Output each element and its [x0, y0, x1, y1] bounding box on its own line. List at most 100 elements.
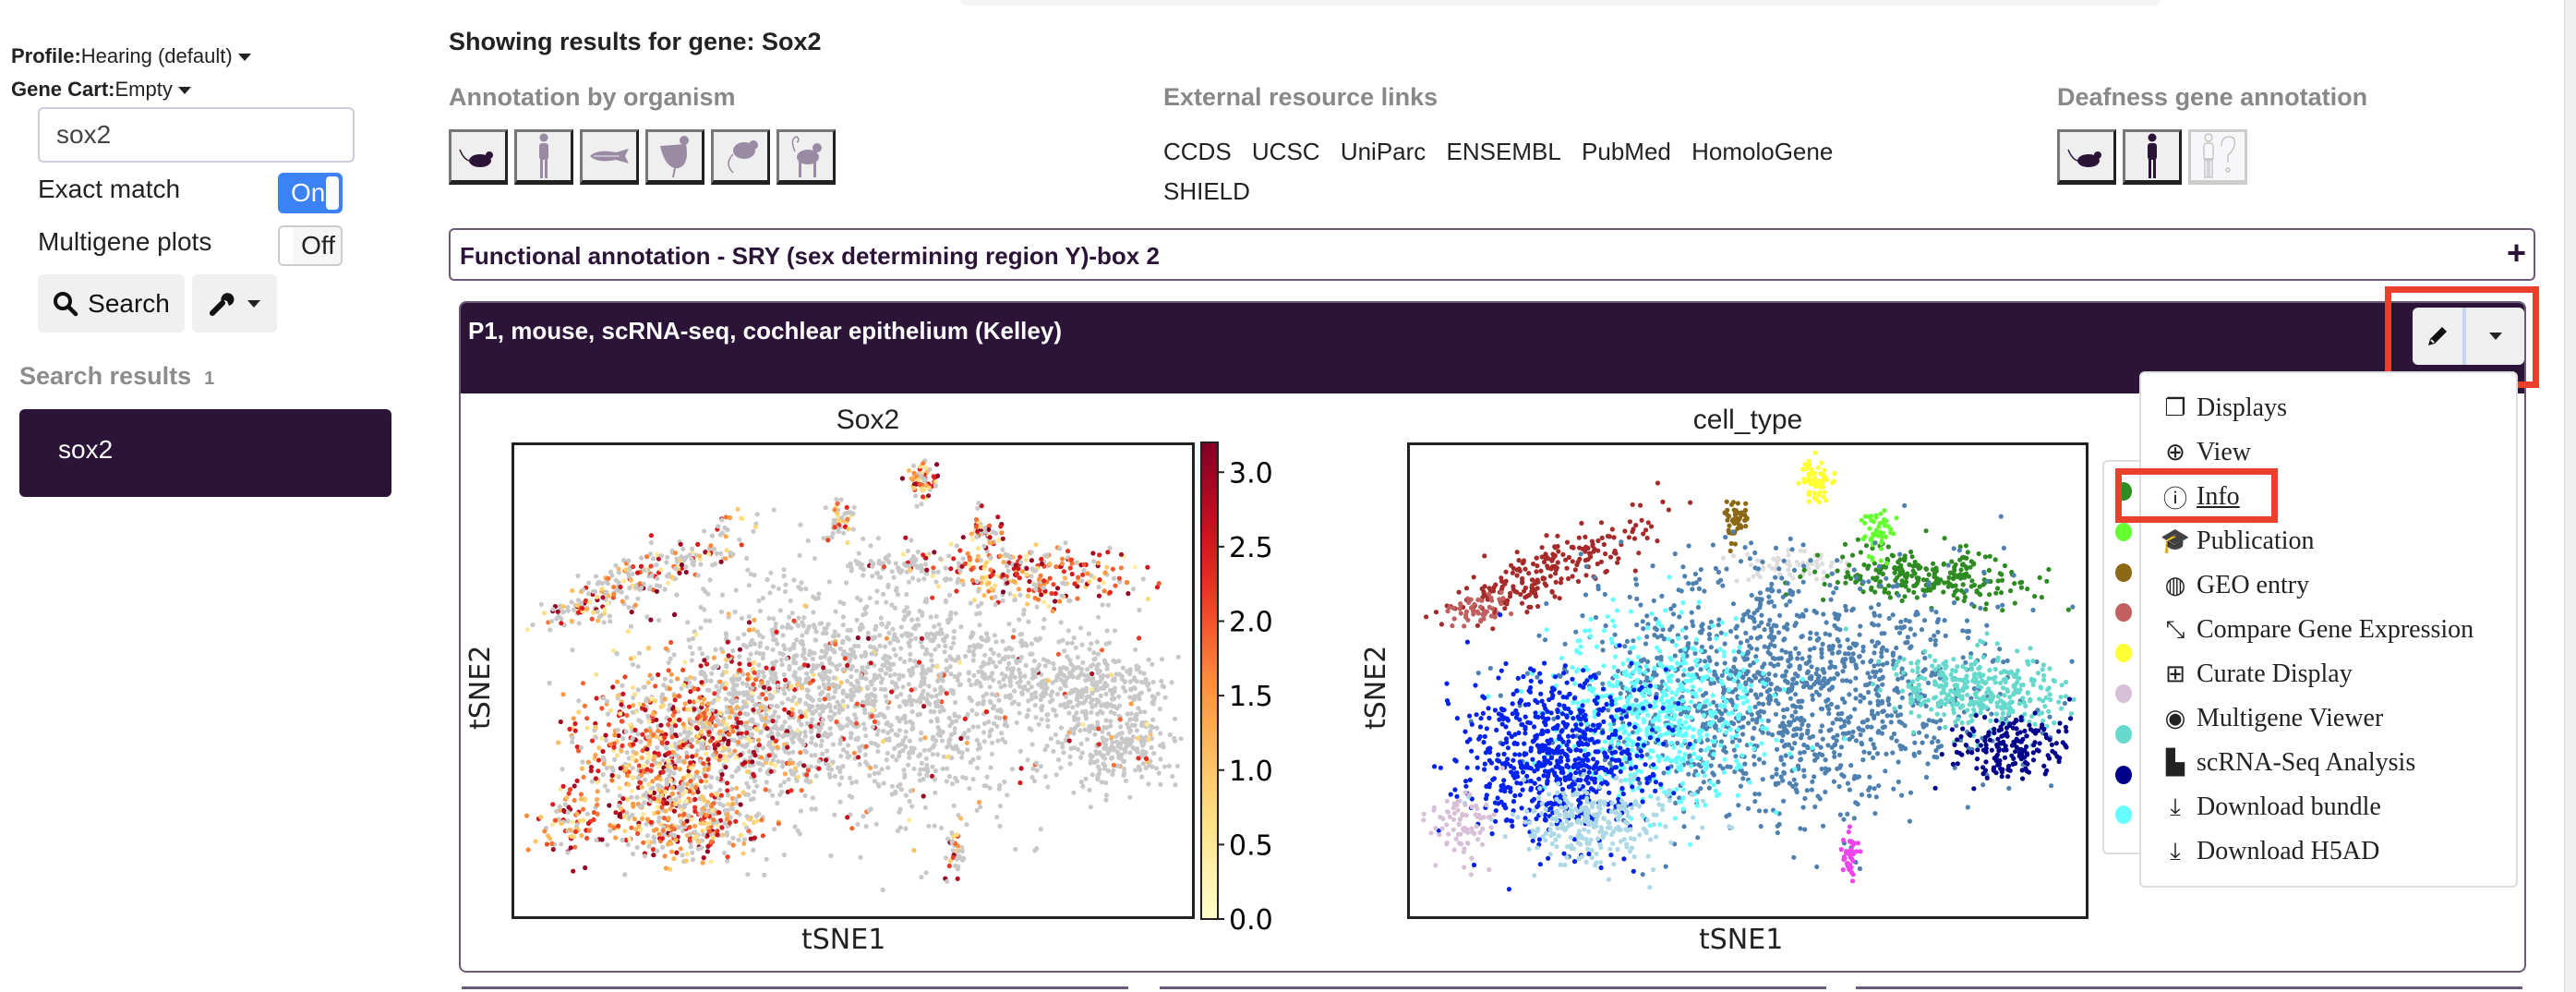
scatter-point	[1433, 610, 1439, 615]
deafness-button-mouse[interactable]	[2057, 129, 2116, 185]
scatter-point	[1786, 552, 1791, 558]
scatter-point	[1630, 529, 1635, 535]
link-ccds[interactable]: CCDS	[1163, 138, 1232, 165]
gene-cart-selector[interactable]: Gene Cart:Empty	[11, 78, 191, 102]
organism-button-zebrafish[interactable]	[580, 129, 639, 185]
scatter-point	[1843, 580, 1848, 586]
exact-match-toggle[interactable]: On	[278, 173, 343, 213]
scatter-point	[1078, 780, 1084, 785]
colorbar-tick-label: 3.0	[1229, 457, 1273, 490]
scatter-point	[636, 650, 643, 656]
expand-plus-icon[interactable]: +	[2507, 234, 2526, 272]
organism-button-chicken[interactable]	[645, 129, 704, 185]
scatter-point	[1963, 543, 1968, 549]
scatter-point	[760, 833, 765, 839]
organism-button-marmoset[interactable]	[776, 129, 836, 185]
scatter-point	[1017, 780, 1023, 786]
scatter-point	[1038, 764, 1043, 769]
search-result-item[interactable]: sox2	[19, 409, 391, 497]
scatter-point	[951, 629, 957, 635]
scatter-point	[1134, 728, 1139, 733]
scatter-point	[666, 668, 671, 673]
scatter-point	[952, 726, 957, 732]
scatter-point	[734, 724, 740, 730]
scatter-point	[851, 504, 857, 510]
scatter-point	[986, 580, 992, 586]
scatter-point	[1101, 580, 1106, 586]
scatter-point	[727, 747, 732, 753]
scatter-point	[1818, 471, 1824, 477]
scatter-point	[786, 710, 791, 716]
profile-value: Hearing (default)	[80, 44, 233, 67]
scatter-point	[754, 512, 760, 517]
scatter-point	[917, 753, 922, 758]
scatter-point	[677, 717, 682, 723]
scatter-point	[819, 674, 825, 680]
scatter-point	[854, 701, 860, 707]
scatter-point	[974, 737, 980, 743]
scatter-point	[566, 791, 572, 796]
scatter-point	[894, 694, 899, 699]
link-homologene[interactable]: HomoloGene	[1691, 138, 1833, 165]
scatter-point	[1005, 665, 1011, 671]
scatter-point	[789, 707, 795, 712]
scatter-point	[565, 608, 571, 613]
functional-annotation-panel[interactable]: Functional annotation - SRY (sex determi…	[449, 228, 2535, 281]
scatter-point	[673, 797, 679, 803]
deafness-button-human-unknown[interactable]	[2188, 129, 2247, 185]
scatter-point	[730, 729, 736, 734]
scatter-point	[798, 750, 803, 756]
scatter-point	[724, 758, 729, 764]
link-ucsc[interactable]: UCSC	[1252, 138, 1320, 165]
scatter-point	[748, 572, 753, 577]
deafness-button-human[interactable]	[2123, 129, 2182, 185]
scatter-point	[792, 766, 798, 771]
scatter-point	[709, 533, 715, 538]
link-shield[interactable]: SHIELD	[1163, 177, 1250, 205]
scatter-point	[1499, 575, 1504, 581]
scatter-point	[919, 635, 924, 641]
scatter-point	[878, 575, 884, 580]
scatter-point	[803, 587, 809, 592]
scatter-point	[1045, 678, 1051, 684]
scatter-point	[569, 834, 574, 840]
scatter-point	[639, 816, 644, 822]
scatter-point	[726, 653, 731, 659]
scatter-point	[656, 752, 662, 757]
scatter-point	[920, 487, 925, 493]
scatter-point	[1071, 790, 1077, 795]
scatter-point	[626, 704, 632, 709]
link-pubmed[interactable]: PubMed	[1582, 138, 1671, 165]
link-uniparc[interactable]: UniParc	[1341, 138, 1426, 165]
search-button[interactable]: Search	[38, 274, 185, 333]
scatter-point	[1802, 548, 1808, 554]
scatter-point	[620, 578, 626, 584]
scatter-point	[651, 556, 656, 562]
scatter-point	[718, 647, 724, 652]
scatter-point	[705, 756, 711, 762]
scatter-point	[800, 633, 805, 638]
scatter-point	[903, 826, 909, 831]
scatter-point	[795, 682, 800, 687]
scatter-point	[932, 709, 937, 715]
scatter-point	[937, 691, 943, 696]
tools-dropdown-button[interactable]	[192, 274, 277, 333]
scatter-point	[884, 659, 889, 664]
gene-search-input[interactable]	[38, 107, 355, 163]
scatter-point	[777, 782, 783, 789]
scatter-point	[1100, 602, 1105, 608]
scatter-point	[936, 622, 942, 627]
scatter-point	[923, 562, 929, 567]
organism-button-rat[interactable]	[711, 129, 770, 185]
organism-button-human[interactable]	[514, 129, 573, 185]
scatter-point	[1655, 480, 1661, 486]
scatter-point	[839, 515, 845, 521]
organism-button-mouse[interactable]	[449, 129, 508, 185]
scatter-point	[541, 611, 548, 616]
multigene-plots-toggle[interactable]: Off	[278, 225, 343, 266]
scatter-point	[1557, 596, 1562, 601]
scatter-point	[986, 719, 992, 725]
scatter-point	[840, 688, 846, 694]
link-ensembl[interactable]: ENSEMBL	[1447, 138, 1561, 165]
profile-selector[interactable]: Profile:Hearing (default)	[11, 44, 251, 68]
